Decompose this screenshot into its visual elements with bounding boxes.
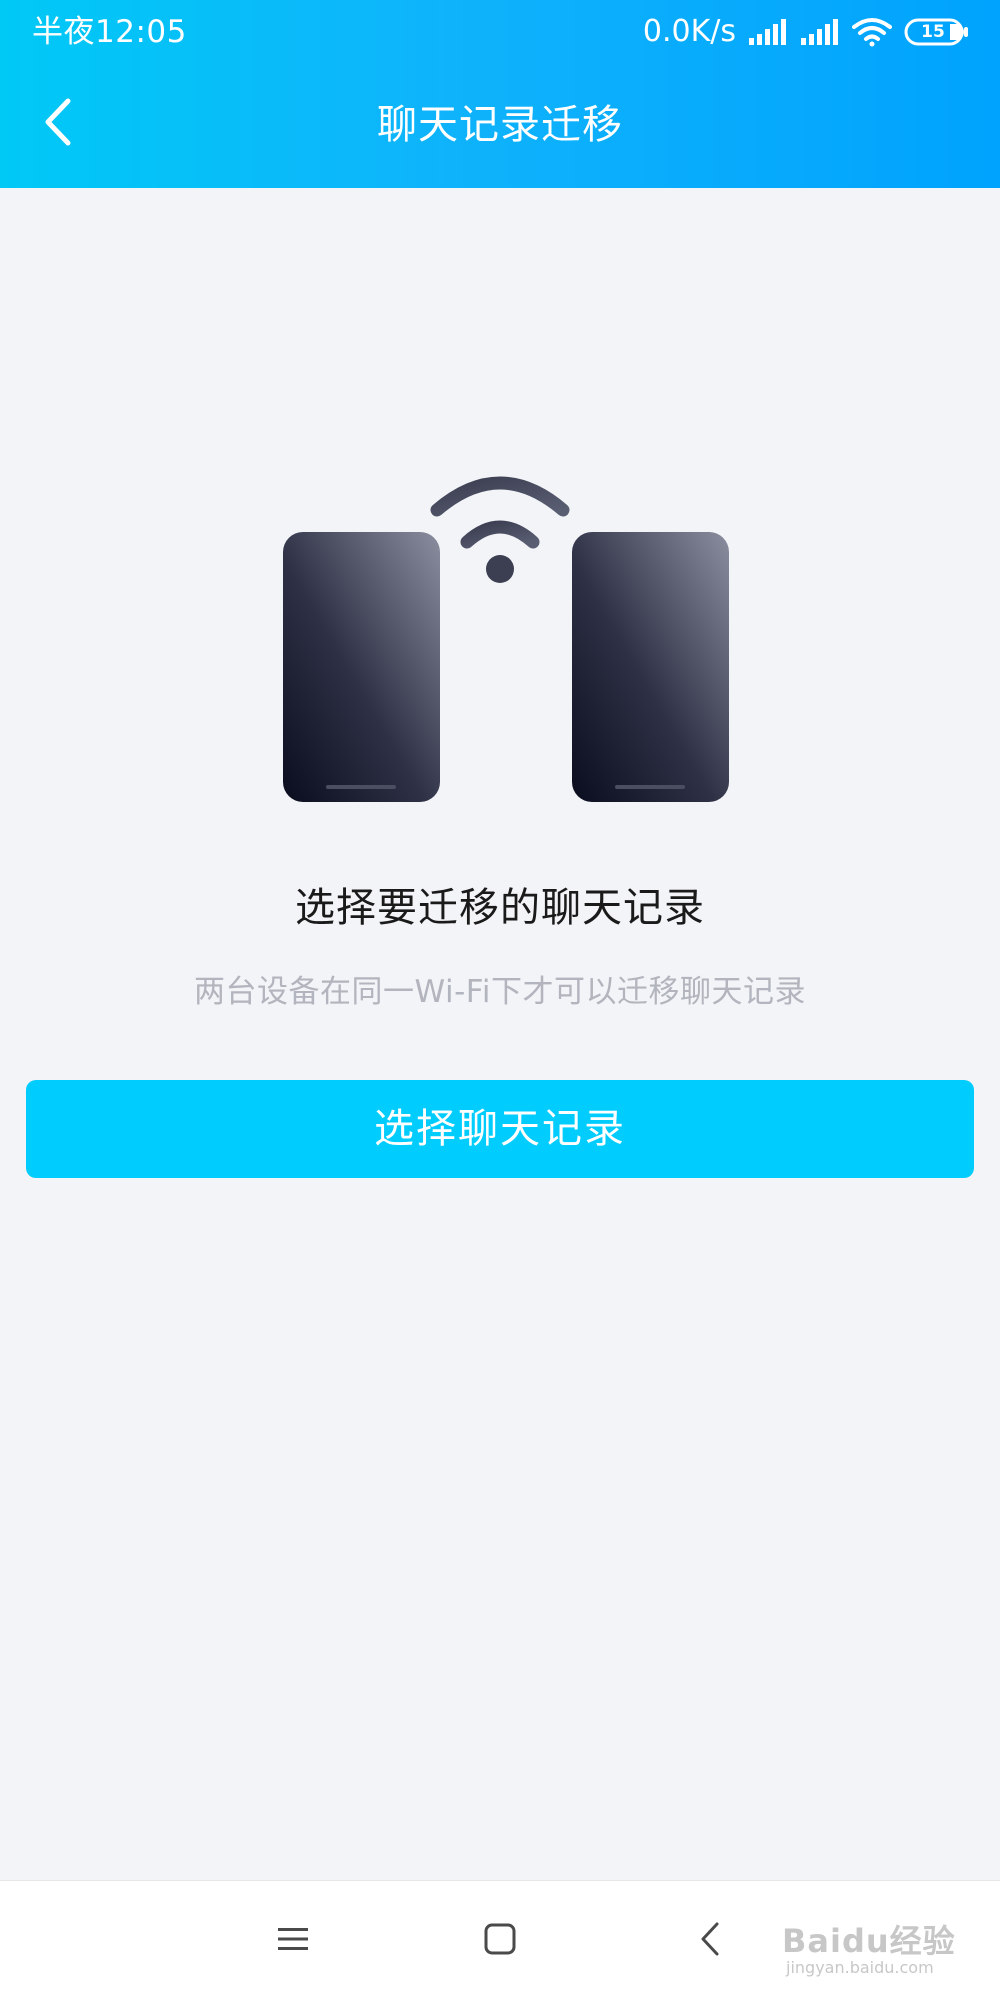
net-speed: 0.0K/s	[642, 14, 736, 49]
phone-right-icon	[572, 532, 729, 802]
status-bar: 半夜12:05 0.0K/s 15	[0, 0, 1000, 64]
page-title: 聊天记录迁移	[377, 102, 623, 148]
signal-icon	[748, 18, 788, 46]
baidu-watermark: Baidu经验 jingyan.baidu.com	[776, 1906, 976, 1977]
nav-menu-button[interactable]	[243, 1881, 343, 2001]
home-icon	[483, 1922, 517, 1960]
wifi-signal-icon	[430, 476, 570, 583]
select-chat-records-button[interactable]: 选择聊天记录	[26, 1080, 974, 1178]
watermark-text: Baidu经验	[782, 1922, 956, 1960]
wifi-icon	[852, 17, 892, 47]
watermark-url: jingyan.baidu.com	[786, 1958, 934, 1977]
main-heading: 选择要迁移的聊天记录	[295, 885, 705, 931]
two-phones-wifi-illustration	[270, 460, 740, 810]
nav-back-button[interactable]	[660, 1881, 760, 2001]
phone-left-icon	[283, 532, 440, 802]
status-right: 0.0K/s 15	[643, 12, 970, 52]
signal-icon	[800, 18, 840, 46]
nav-home-button[interactable]	[450, 1881, 550, 2001]
battery-icon: 15	[904, 18, 970, 46]
battery-level: 15	[921, 22, 945, 42]
app-header: 半夜12:05 0.0K/s 15 聊天记录迁移	[0, 0, 1000, 188]
status-time: 半夜12:05	[32, 14, 187, 50]
back-icon	[698, 1921, 722, 1961]
menu-icon	[276, 1924, 310, 1958]
wifi-requirement-text: 两台设备在同一Wi-Fi下才可以迁移聊天记录	[194, 974, 806, 1010]
